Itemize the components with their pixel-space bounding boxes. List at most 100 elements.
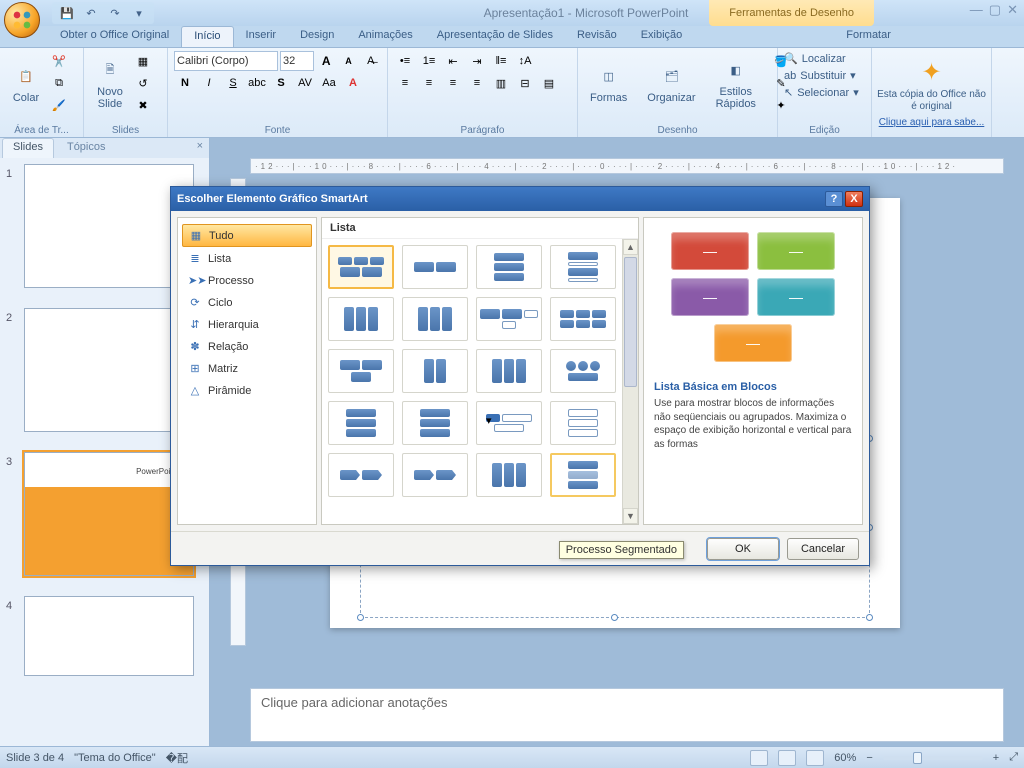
save-icon[interactable]: 💾 [56, 3, 78, 23]
tab-home[interactable]: Início [181, 26, 233, 47]
cat-cycle[interactable]: ⟳Ciclo [182, 292, 312, 313]
dialog-close-icon[interactable]: X [845, 191, 863, 207]
dialog-titlebar[interactable]: Escolher Elemento Gráfico SmartArt ? X [171, 187, 869, 211]
genuine-notice[interactable]: ✦ Esta cópia do Office não é original Cl… [872, 48, 992, 137]
clear-format-icon[interactable]: A̶ [361, 51, 381, 71]
underline-icon[interactable]: S [222, 73, 244, 93]
tab-design[interactable]: Design [288, 26, 346, 47]
zoom-out-icon[interactable]: − [866, 752, 872, 764]
tab-animations[interactable]: Animações [346, 26, 424, 47]
cat-process[interactable]: ➤➤Processo [182, 270, 312, 291]
gallery-item[interactable] [402, 453, 468, 497]
gallery-item[interactable] [550, 401, 616, 445]
ok-button[interactable]: OK [707, 538, 779, 560]
layout-icon[interactable]: ▦ [132, 51, 154, 71]
justify-icon[interactable]: ≡ [466, 73, 488, 93]
gallery-item[interactable] [328, 245, 394, 289]
replace-button[interactable]: abSubstituir▾ [784, 68, 865, 83]
indent-icon[interactable]: ⇥ [466, 51, 488, 71]
scroll-down-icon[interactable]: ▼ [623, 508, 638, 524]
new-slide-button[interactable]: 🗎 Novo Slide [90, 54, 130, 112]
outline-tab[interactable]: Tópicos [56, 138, 117, 158]
font-color-icon[interactable]: A [342, 73, 364, 93]
slide-thumb-2[interactable] [24, 308, 194, 432]
zoom-in-icon[interactable]: + [993, 752, 999, 764]
cat-pyramid[interactable]: △Pirâmide [182, 380, 312, 401]
arrange-button[interactable]: 🗂Organizar [641, 60, 701, 106]
select-button[interactable]: ↖Selecionar▾ [784, 85, 865, 100]
cat-all[interactable]: ▦Tudo [182, 224, 312, 247]
notes-pane[interactable]: Clique para adicionar anotações [250, 688, 1004, 742]
gallery-item[interactable] [550, 297, 616, 341]
tab-get-office[interactable]: Obter o Office Original [48, 26, 181, 47]
sorter-view-icon[interactable] [778, 750, 796, 766]
tab-insert[interactable]: Inserir [234, 26, 289, 47]
gallery-item[interactable] [476, 245, 542, 289]
shrink-font-icon[interactable]: A [338, 51, 358, 71]
paste-button[interactable]: 📋 Colar [6, 60, 46, 106]
scroll-thumb[interactable] [624, 257, 637, 387]
cancel-button[interactable]: Cancelar [787, 538, 859, 560]
tab-view[interactable]: Exibição [629, 26, 695, 47]
tab-format[interactable]: Formatar [834, 26, 903, 47]
gallery-scrollbar[interactable]: ▲ ▼ [622, 239, 638, 524]
line-spacing-icon[interactable]: ‖≡ [490, 51, 512, 71]
shadow-icon[interactable]: S [270, 73, 292, 93]
restore-icon[interactable]: ▢ [989, 2, 1001, 18]
delete-slide-icon[interactable]: ✖ [132, 95, 154, 115]
gallery-item[interactable] [550, 349, 616, 393]
cat-relationship[interactable]: ✽Relação [182, 336, 312, 357]
quick-styles-button[interactable]: ◧Estilos Rápidos [710, 54, 762, 112]
scroll-up-icon[interactable]: ▲ [623, 239, 638, 255]
grow-font-icon[interactable]: A [316, 51, 336, 71]
format-painter-icon[interactable]: 🖌️ [48, 95, 70, 115]
tab-slideshow[interactable]: Apresentação de Slides [425, 26, 565, 47]
cat-hierarchy[interactable]: ⇵Hierarquia [182, 314, 312, 335]
bullets-icon[interactable]: •≡ [394, 51, 416, 71]
font-name-select[interactable] [174, 51, 278, 71]
gallery-item[interactable]: ▾ [476, 401, 542, 445]
smartart-convert-icon[interactable]: ▤ [538, 73, 560, 93]
gallery-item[interactable] [476, 453, 542, 497]
numbering-icon[interactable]: 1≡ [418, 51, 440, 71]
slide-thumb-3[interactable]: PowerPoint [24, 452, 194, 576]
gallery-item[interactable] [328, 349, 394, 393]
strike-icon[interactable]: abc [246, 73, 268, 93]
minimize-icon[interactable]: — [970, 2, 983, 18]
italic-icon[interactable]: I [198, 73, 220, 93]
bold-icon[interactable]: N [174, 73, 196, 93]
slideshow-view-icon[interactable] [806, 750, 824, 766]
slides-tab[interactable]: Slides [2, 138, 54, 158]
gallery-item[interactable] [550, 245, 616, 289]
gallery-item[interactable] [402, 349, 468, 393]
notice-link[interactable]: Clique aqui para sabe... [879, 117, 985, 128]
reset-icon[interactable]: ↺ [132, 73, 154, 93]
office-button[interactable] [4, 2, 40, 38]
change-case-icon[interactable]: Aa [318, 73, 340, 93]
spacing-icon[interactable]: AV [294, 73, 316, 93]
outdent-icon[interactable]: ⇤ [442, 51, 464, 71]
normal-view-icon[interactable] [750, 750, 768, 766]
dialog-help-icon[interactable]: ? [825, 191, 843, 207]
gallery-item[interactable] [402, 245, 468, 289]
align-text-icon[interactable]: ⊟ [514, 73, 536, 93]
fit-window-icon[interactable]: ⤢ [1009, 751, 1018, 764]
shapes-button[interactable]: ◫Formas [584, 60, 633, 106]
columns-icon[interactable]: ▥ [490, 73, 512, 93]
cat-matrix[interactable]: ⊞Matriz [182, 358, 312, 379]
gallery-item[interactable] [402, 297, 468, 341]
close-panel-icon[interactable]: × [191, 138, 209, 158]
tab-review[interactable]: Revisão [565, 26, 629, 47]
gallery-item[interactable] [402, 401, 468, 445]
undo-icon[interactable]: ↶ [80, 3, 102, 23]
gallery-item[interactable] [476, 349, 542, 393]
align-center-icon[interactable]: ≡ [418, 73, 440, 93]
slide-thumb-1[interactable] [24, 164, 194, 288]
copy-icon[interactable]: ⧉ [48, 73, 70, 93]
align-left-icon[interactable]: ≡ [394, 73, 416, 93]
align-right-icon[interactable]: ≡ [442, 73, 464, 93]
gallery-item[interactable] [328, 453, 394, 497]
cat-list[interactable]: ≣Lista [182, 248, 312, 269]
close-icon[interactable]: ✕ [1007, 2, 1018, 18]
font-size-select[interactable] [280, 51, 314, 71]
